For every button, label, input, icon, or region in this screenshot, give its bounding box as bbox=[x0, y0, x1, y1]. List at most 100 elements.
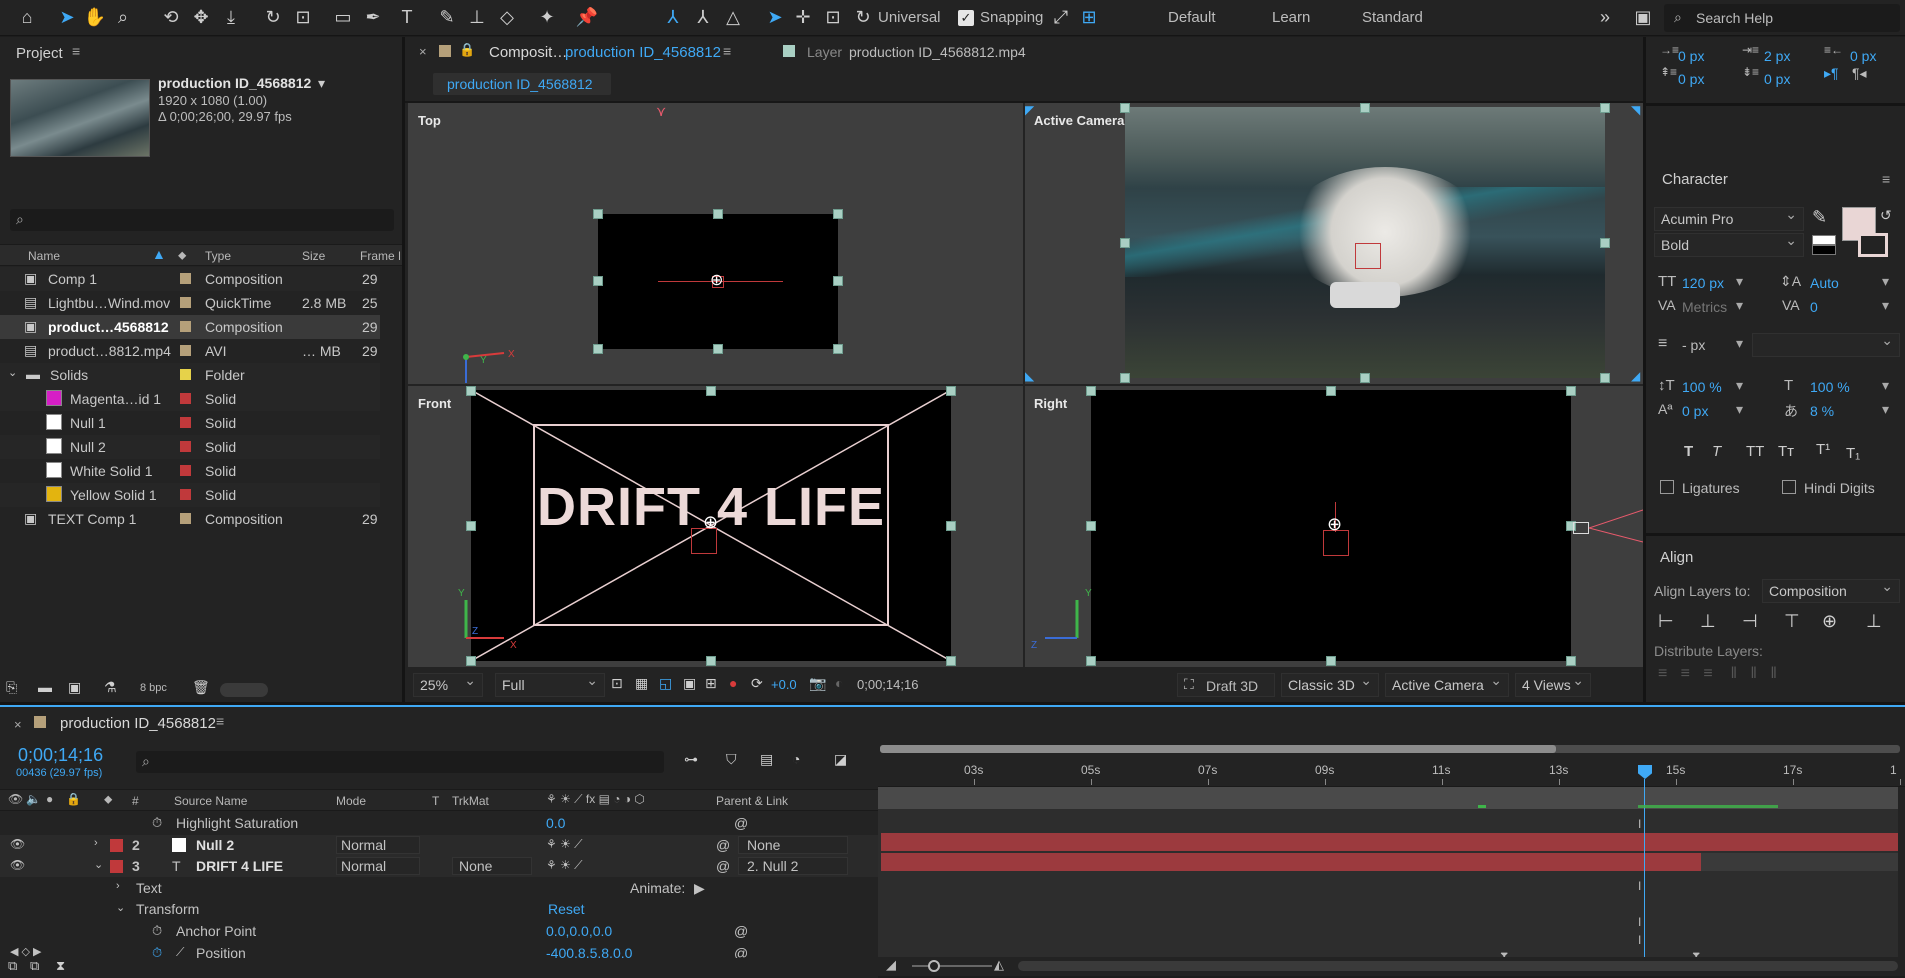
superscript-icon[interactable]: T¹ bbox=[1816, 441, 1830, 458]
anchor-point-icon[interactable]: ⊕ bbox=[703, 512, 718, 533]
property-value[interactable]: 0.0,0.0,0.0 bbox=[546, 923, 612, 939]
item-label[interactable] bbox=[180, 417, 191, 428]
project-item[interactable]: Magenta…id 1 Solid bbox=[0, 387, 380, 411]
zoom-tool-icon[interactable]: ⌕ bbox=[110, 4, 136, 30]
zoom-in-icon[interactable]: ◭ bbox=[994, 957, 1004, 973]
project-item[interactable]: Yellow Solid 1 Solid bbox=[0, 483, 380, 507]
faux-italic-icon[interactable]: T bbox=[1712, 443, 1721, 460]
draft-3d-toggle[interactable]: ⛶ Draft 3D bbox=[1177, 673, 1275, 697]
home-icon[interactable]: ⌂ bbox=[14, 4, 40, 30]
handle[interactable] bbox=[1120, 103, 1130, 113]
rectangle-tool-icon[interactable]: ▭ bbox=[330, 4, 356, 30]
stopwatch-icon[interactable]: ⏱ bbox=[152, 923, 162, 939]
layer-label[interactable] bbox=[110, 838, 123, 852]
timeline-tab-name[interactable]: production ID_4568812 bbox=[60, 715, 216, 732]
hand-tool-icon[interactable]: ✋ bbox=[82, 4, 108, 30]
work-area-bar[interactable] bbox=[880, 745, 1900, 753]
audio-toggle-icon[interactable]: 🔈 bbox=[26, 792, 41, 806]
handle[interactable] bbox=[466, 386, 476, 396]
comp-mini-flowchart-icon[interactable]: ⊶ bbox=[684, 751, 698, 768]
orbit-camera-icon[interactable]: ⟲ bbox=[158, 4, 184, 30]
col-size[interactable]: Size bbox=[302, 249, 325, 263]
region-of-interest-icon[interactable]: ▣ bbox=[683, 675, 696, 692]
align-hcenter-icon[interactable]: ⊥ bbox=[1700, 611, 1716, 632]
camera-icon[interactable] bbox=[1573, 522, 1589, 534]
handle[interactable] bbox=[1600, 103, 1610, 113]
right-view[interactable]: Right ⊕ Y Z bbox=[1025, 386, 1643, 667]
layer-tab-prefix[interactable]: Layer bbox=[807, 44, 842, 60]
trash-icon[interactable]: 🗑 bbox=[192, 679, 210, 696]
dependencies-icon[interactable]: ⚗ bbox=[104, 679, 117, 696]
project-item[interactable]: ⌄ ▬ Solids Folder bbox=[0, 363, 380, 387]
layer-row[interactable]: 👁 ⌄ 3 T DRIFT 4 LIFE Normal None ⚘ ☀ ⟋ @2. Null … bbox=[0, 856, 878, 878]
label-tag-icon[interactable]: ⬥ bbox=[104, 792, 112, 807]
time-ruler[interactable] bbox=[878, 757, 1905, 787]
work-area-range[interactable] bbox=[880, 745, 1556, 753]
handle[interactable] bbox=[1326, 386, 1336, 396]
handle[interactable] bbox=[1086, 386, 1096, 396]
align-left-icon[interactable]: ⊢ bbox=[1658, 611, 1674, 632]
lock-icon[interactable]: 🔒 bbox=[66, 792, 81, 806]
project-tab[interactable]: Project bbox=[16, 45, 63, 62]
anchor-point-icon[interactable]: ⊕ bbox=[710, 270, 723, 290]
graph-editor-icon[interactable]: ◪ bbox=[834, 751, 847, 768]
close-tab-icon[interactable]: × bbox=[14, 717, 22, 732]
mode-dropdown[interactable]: Normal bbox=[336, 857, 420, 876]
active-camera-view[interactable]: Active Camera ◤ ◥ ◣ ◢ bbox=[1025, 103, 1643, 384]
col-name[interactable]: Name bbox=[28, 249, 60, 263]
eyedropper-icon[interactable]: ✎ bbox=[1812, 207, 1827, 228]
align-bottom-icon[interactable]: ⊥ bbox=[1866, 611, 1882, 632]
current-timecode[interactable]: 0;00;14;16 bbox=[857, 677, 918, 692]
rotate-gizmo-icon[interactable]: ↻ bbox=[850, 4, 876, 30]
pickwhip-icon[interactable]: @ bbox=[734, 923, 748, 939]
item-label[interactable] bbox=[180, 489, 191, 500]
transfer-controls-icon[interactable]: ⧉ bbox=[30, 958, 39, 974]
item-label[interactable] bbox=[180, 273, 191, 284]
pickwhip-icon[interactable]: @ bbox=[734, 815, 748, 831]
reset-exposure-icon[interactable]: ⟳ bbox=[751, 675, 763, 692]
rtl-text-icon[interactable]: ¶◂ bbox=[1852, 65, 1867, 82]
pickwhip-icon[interactable]: @ bbox=[716, 858, 730, 874]
renderer-dropdown[interactable]: Classic 3D bbox=[1281, 672, 1379, 697]
eraser-tool-icon[interactable]: ◇ bbox=[494, 4, 520, 30]
all-caps-icon[interactable]: TT bbox=[1746, 443, 1764, 460]
rotate-tool-icon[interactable]: ↻ bbox=[260, 4, 286, 30]
swap-colors-icon[interactable]: ↺ bbox=[1880, 207, 1892, 224]
sort-ascending-icon[interactable]: ▲ bbox=[152, 246, 166, 262]
layer-tab-name[interactable]: production ID_4568812.mp4 bbox=[849, 44, 1026, 60]
project-item[interactable]: Null 1 Solid bbox=[0, 411, 380, 435]
panel-menu-icon[interactable]: ≡ bbox=[723, 43, 731, 59]
expand-chevron-icon[interactable]: ⌄ bbox=[94, 858, 103, 871]
sync-settings-icon[interactable]: ▣ bbox=[1630, 4, 1656, 30]
handle[interactable] bbox=[593, 209, 603, 219]
project-item[interactable]: ▤ product…8812.mp4 AVI … MB 29 bbox=[0, 339, 380, 363]
transparency-grid-icon[interactable]: ▦ bbox=[635, 675, 648, 692]
playhead-line[interactable] bbox=[1644, 779, 1645, 976]
anchor-point-icon[interactable]: ⊕ bbox=[1327, 514, 1342, 535]
local-axis-icon[interactable]: ⅄ bbox=[660, 4, 686, 30]
handle[interactable] bbox=[1600, 238, 1610, 248]
mode-dropdown[interactable]: Normal bbox=[336, 835, 420, 854]
interpret-footage-icon[interactable]: ⎘ bbox=[6, 679, 17, 696]
eye-icon[interactable]: 👁 bbox=[10, 837, 25, 851]
project-item[interactable]: ▣ TEXT Comp 1 Composition 29 bbox=[0, 507, 380, 531]
space-before-value[interactable]: 0 px bbox=[1678, 71, 1704, 87]
eye-icon[interactable]: 👁 bbox=[10, 858, 25, 872]
item-label[interactable] bbox=[180, 297, 191, 308]
snap-target-icon[interactable]: ⊞ bbox=[1076, 4, 1102, 30]
comp-dropdown-icon[interactable]: ▾ bbox=[318, 75, 325, 92]
handle[interactable] bbox=[706, 386, 716, 396]
black-swatch[interactable] bbox=[1812, 245, 1836, 255]
clone-stamp-icon[interactable]: ⊥ bbox=[464, 4, 490, 30]
draft-3d-timeline-icon[interactable]: ⛉ bbox=[726, 751, 737, 768]
pen-tool-icon[interactable]: ✒ bbox=[360, 4, 386, 30]
pickwhip-icon[interactable]: @ bbox=[716, 837, 730, 853]
view-axis-icon[interactable]: △ bbox=[720, 4, 746, 30]
property-value[interactable]: 0.0 bbox=[546, 815, 565, 831]
handle[interactable] bbox=[706, 656, 716, 666]
project-item[interactable]: ▣ Comp 1 Composition 29 bbox=[0, 267, 380, 291]
expand-chevron-icon[interactable]: › bbox=[116, 880, 120, 892]
horizontal-scale-value[interactable]: 100 % bbox=[1810, 379, 1850, 395]
col-type[interactable]: Type bbox=[205, 249, 231, 263]
item-label[interactable] bbox=[180, 513, 191, 524]
